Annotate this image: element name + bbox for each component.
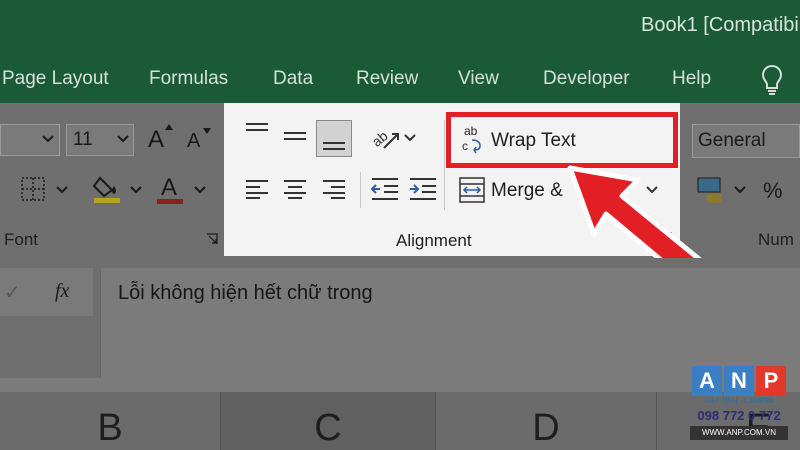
tab-help[interactable]: Help <box>672 68 711 90</box>
column-header-d[interactable]: D <box>436 392 656 450</box>
alignment-group-label: Alignment <box>396 231 472 250</box>
fill-color-icon[interactable] <box>92 172 124 204</box>
logo-phone: 098 772 0 772 <box>697 408 781 423</box>
tab-review[interactable]: Review <box>356 68 418 90</box>
chevron-down-icon <box>42 135 54 143</box>
lightbulb-icon[interactable] <box>761 64 783 96</box>
tab-formulas[interactable]: Formulas <box>149 68 228 90</box>
insert-function-button[interactable]: fx <box>55 280 69 303</box>
increase-indent-icon[interactable] <box>408 177 438 201</box>
decrease-indent-icon[interactable] <box>370 177 400 201</box>
logo-tagline: MÁY TÍNH · CAMERA <box>704 398 774 405</box>
separator <box>360 172 361 208</box>
chevron-down-icon <box>194 186 206 194</box>
logo-letter-p: P <box>756 366 786 396</box>
percent-style-button[interactable]: % <box>763 178 783 204</box>
caret-up-icon <box>165 124 173 130</box>
logo-letter-a: A <box>692 366 722 396</box>
top-align-icon[interactable] <box>244 122 270 140</box>
formula-content: Lỗi không hiện hết chữ trong <box>118 282 373 304</box>
decrease-font-button[interactable]: A <box>187 130 200 153</box>
anp-watermark-logo: A N P MÁY TÍNH · CAMERA 098 772 0 772 WW… <box>690 366 788 446</box>
chevron-down-icon <box>404 134 416 142</box>
bottom-align-icon <box>323 142 345 150</box>
tab-developer[interactable]: Developer <box>543 68 630 90</box>
orientation-icon[interactable]: ab <box>370 124 402 152</box>
align-center-icon[interactable] <box>282 179 308 199</box>
borders-icon[interactable] <box>20 176 46 202</box>
merge-center-icon[interactable] <box>458 176 486 204</box>
tab-view[interactable]: View <box>458 68 499 90</box>
svg-text:ab: ab <box>370 127 391 149</box>
font-group-label: Font <box>4 230 39 249</box>
chevron-down-icon <box>734 186 746 194</box>
column-header-b[interactable]: B <box>0 392 220 450</box>
tab-data[interactable]: Data <box>273 68 313 90</box>
font-color-swatch <box>157 199 183 204</box>
number-format-value: General <box>698 130 766 151</box>
column-header-c[interactable]: C <box>221 392 435 450</box>
align-right-icon[interactable] <box>321 179 347 199</box>
caret-down-icon <box>203 128 211 134</box>
font-color-button[interactable]: A <box>161 174 177 202</box>
dialog-launcher-icon[interactable] <box>206 233 218 245</box>
chevron-down-icon <box>117 135 129 143</box>
number-group-label: Num <box>758 230 794 249</box>
middle-align-icon[interactable] <box>282 128 308 146</box>
font-size-value: 11 <box>73 129 93 150</box>
merge-center-button[interactable]: Merge & <box>491 180 563 202</box>
tab-page-layout[interactable]: Page Layout <box>2 68 109 90</box>
document-title: Book1 [Compatibi <box>641 14 799 36</box>
separator <box>444 120 445 210</box>
chevron-down-icon <box>56 186 68 194</box>
logo-url: WWW.ANP.COM.VN <box>690 426 788 440</box>
cancel-entry-icon[interactable]: ✓ <box>4 280 21 305</box>
logo-letter-n: N <box>724 366 754 396</box>
align-left-icon[interactable] <box>244 179 270 199</box>
increase-font-button[interactable]: A <box>148 126 164 154</box>
chevron-down-icon <box>130 186 142 194</box>
